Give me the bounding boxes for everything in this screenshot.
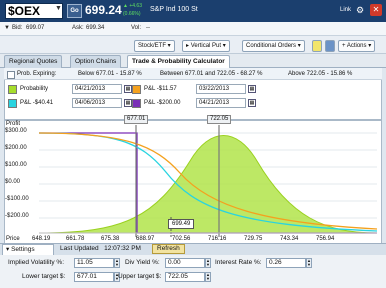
tab-trade-probability[interactable]: Trade & Probability Calculator [127,55,230,68]
x-tick: 702.56 [172,236,191,242]
iv-label: Implied Volatility %: [8,259,64,266]
hover-price-label: 699.49 [168,219,195,229]
last-updated: Last Updated 12:07:32 PM [60,245,141,252]
go-button[interactable]: Go [67,4,82,18]
actions-label: Actions [346,43,367,49]
symbol-description: S&P Ind 100 St [150,6,198,13]
upper-target-input[interactable]: 722.05 [165,272,205,282]
y-tick: $100.00 [5,162,27,168]
quote-bar [0,22,386,36]
pl2-date-input[interactable]: 04/06/2013 [72,98,122,108]
x-tick: 688.97 [136,236,155,242]
x-tick: 743.34 [280,236,299,242]
calendar-icon[interactable]: ▦ [248,99,256,107]
probability-label: Probability [20,86,49,92]
y-tick: -$100.00 [5,196,29,202]
div-yield-input[interactable]: 0.00 [165,258,205,268]
prob-between: Between 677.01 and 722.05 - 68.27 % [160,71,263,77]
calendar-icon[interactable]: ▦ [124,85,132,93]
prob-expiring-label: Prob. Expiring: [17,71,57,77]
probability-date-input[interactable]: 04/21/2013 [72,84,122,94]
calendar-icon[interactable]: ▦ [124,99,132,107]
prob-checkbox[interactable] [7,71,15,79]
vertical-put-label: Vertical Put [190,43,222,49]
x-tick: 729.75 [244,236,263,242]
price-axis-label: Price [6,236,20,242]
upper-target-marker[interactable]: 722.05 [207,115,232,124]
expand-icon[interactable]: ▼ [4,25,10,31]
pl1-swatch[interactable] [132,85,141,94]
calendar-icon[interactable]: ▦ [248,85,256,93]
div-yield-stepper[interactable]: ▲ ▼ [205,258,211,268]
stock-etf-label: Stock/ETF [138,43,167,49]
settings-bar [0,243,386,255]
refresh-button[interactable]: Refresh [152,244,185,254]
last-price: 699.24 [85,3,122,17]
prob-below: Below 677.01 - 15.87 % [78,71,142,77]
close-button[interactable]: ✕ [370,4,382,16]
y-tick: -$200.00 [5,213,29,219]
pl3-date-input[interactable]: 04/21/2013 [196,98,246,108]
blue-flag-button[interactable] [325,40,335,52]
upper-target-label: Upper target $: [118,273,162,280]
prob-above: Above 722.05 - 15.86 % [288,71,353,77]
y-tick: $300.00 [5,128,27,134]
interest-rate-label: Interest Rate %: [215,259,262,266]
change-abs-value: +4.63 [129,3,142,9]
ask-value: 699.34 [86,25,105,31]
x-tick: 716.16 [208,236,227,242]
change-pct: (0.66%) [123,11,141,17]
link-button[interactable]: Link [340,7,351,13]
chevron-down-icon[interactable]: ▼ [55,5,62,12]
lower-target-input[interactable]: 677.01 [74,272,114,282]
profit-axis-label: Profit [6,121,21,127]
probability-swatch[interactable] [8,85,17,94]
change-abs: ▲ +4.63 [123,3,142,9]
lower-target-label: Lower target $: [22,273,66,280]
x-tick: 661.78 [66,236,85,242]
pl1-date-input[interactable]: 03/22/2013 [196,84,246,94]
yellow-flag-button[interactable] [312,40,322,52]
pl3-label: P&L -$200.00 [144,100,181,106]
y-tick: $200.00 [5,145,27,151]
gear-icon[interactable]: ⚙ [356,5,364,16]
vol-label: Vol: [131,25,142,31]
div-yield-label: Div Yield %: [125,259,160,266]
iv-stepper[interactable]: ▲ ▼ [114,258,120,268]
tab-regional-quotes[interactable]: Regional Quotes [4,55,63,68]
interest-rate-input[interactable]: 0.26 [266,258,306,268]
ask-label: Ask: [72,25,84,31]
stock-etf-dropdown[interactable]: Stock/ETF ▾ [134,40,175,52]
vertical-put-dropdown[interactable]: ▸ Vertical Put ▾ [182,40,230,52]
actions-menu[interactable]: + Actions ▾ [338,40,376,52]
lower-target-marker[interactable]: 677.01 [124,115,149,124]
bid-label: Bid: [12,25,23,31]
pl3-swatch[interactable] [132,99,141,108]
interest-rate-stepper[interactable]: ▲ ▼ [306,258,312,268]
y-tick: $0.00 [5,179,21,185]
settings-tab-label: Settings [11,246,35,253]
tab-option-chains[interactable]: Option Chains [70,55,122,68]
conditional-orders-dropdown[interactable]: Conditional Orders ▾ [242,40,305,52]
vol-value: -- [146,25,150,31]
pl1-label: P&L -$11.57 [144,86,177,92]
last-updated-time: 12:07:32 PM [104,245,141,252]
upper-target-stepper[interactable]: ▲ ▼ [205,272,211,282]
last-updated-label: Last Updated [60,245,99,252]
x-tick: 675.38 [101,236,120,242]
pl2-swatch[interactable] [8,99,17,108]
bid-value: 699.07 [26,25,45,31]
x-tick: 756.94 [316,236,335,242]
iv-input[interactable]: 11.05 [74,258,114,268]
pl2-label: P&L -$40.41 [20,100,54,106]
settings-tab[interactable]: ▾ Settings [2,244,54,255]
conditional-orders-label: Conditional Orders [246,43,297,49]
x-tick: 648.19 [32,236,51,242]
